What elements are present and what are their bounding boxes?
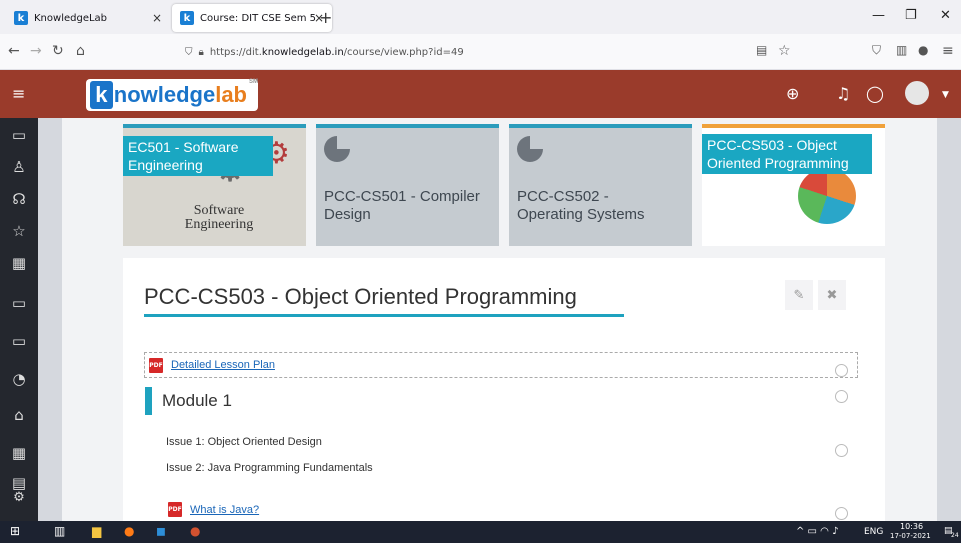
browser-tab-strip: k KnowledgeLab × k Course: DIT CSE Sem 5… [0,0,961,34]
course-pie-icon [324,136,350,162]
folder-icon[interactable]: ▭ [0,126,38,144]
issue-label: Issue 1: Object Oriented Design [166,436,322,448]
activity-what-is-java[interactable]: PDF What is Java? [168,502,259,517]
page-title: PCC-CS503 - Object Oriented Programming [144,284,577,309]
oop-diagram-image-icon [798,168,856,224]
competencies-star-icon[interactable]: ☆ [0,222,38,240]
title-underline [144,314,624,317]
badges-icon[interactable]: ☊ [0,190,38,208]
maximize-icon[interactable]: ❐ [905,8,917,23]
completion-checkbox[interactable] [835,364,848,377]
file-explorer-icon[interactable]: ▆ [92,524,101,538]
activity-link[interactable]: Detailed Lesson Plan [171,359,275,371]
forward-arrow-icon[interactable]: → [30,43,42,59]
clock-date[interactable]: 17-07-2021 [890,532,931,540]
pdf-icon: PDF [149,357,163,373]
pdf-icon: PDF [168,502,182,517]
close-x-button[interactable]: ✖ [818,280,846,310]
drawer-toggle-icon[interactable]: ≡ [12,84,25,103]
firefox-icon[interactable]: ● [124,524,134,538]
pocket-icon[interactable]: ⛉ [872,43,881,58]
dashboard-icon[interactable]: ◔ [0,370,38,388]
completion-checkbox[interactable] [835,390,848,403]
tab-knowledgelab[interactable]: k KnowledgeLab × [6,4,170,32]
software-engineering-image-text: Software Engineering [184,203,254,232]
edit-pencil-button[interactable]: ✎ [785,280,813,310]
notification-count: 24 [951,532,959,539]
site-home-icon[interactable]: ⌂ [0,406,38,424]
issue-label: Issue 2: Java Programming Fundamentals [166,462,373,474]
language-indicator[interactable]: ENG [864,527,883,537]
knowledgelab-favicon-icon: k [14,11,28,25]
calendar-icon[interactable]: ▦ [0,444,38,462]
outlook-icon[interactable]: ◼ [156,524,166,538]
completion-checkbox[interactable] [835,507,848,520]
powerpoint-icon[interactable]: ● [190,524,200,538]
user-menu-caret-icon[interactable]: ▼ [942,90,949,100]
participants-icon[interactable]: ♙ [0,158,38,176]
tab-label: Course: DIT CSE Sem 5 - 2020 - [200,12,318,24]
reader-view-icon[interactable]: ▤ [756,43,767,57]
knowledgelab-logo[interactable]: k nowledge lab SM [86,79,258,111]
course-pie-icon [517,136,543,162]
settings-gear-icon[interactable]: ⚙ [0,490,38,505]
course-card-pcc-cs501[interactable]: PCC-CS501 - Compiler Design [316,124,499,246]
home-icon[interactable]: ⌂ [76,43,85,59]
library-icon[interactable]: ▥ [896,43,907,57]
notifications-bell-icon[interactable]: ♫ [836,84,850,103]
course-card-tag[interactable]: EC501 - Software Engineering [123,136,273,176]
menu-hamburger-icon[interactable]: ≡ [942,43,954,59]
back-arrow-icon[interactable]: ← [8,43,20,59]
activity-lesson-plan[interactable]: PDF Detailed Lesson Plan [144,352,858,378]
grades-icon[interactable]: ▦ [0,254,38,272]
section-accent-bar [145,387,152,415]
tab-course[interactable]: k Course: DIT CSE Sem 5 - 2020 - × [172,4,332,32]
section-heading: Module 1 [145,387,232,415]
account-icon[interactable]: ● [918,43,928,57]
completion-checkbox[interactable] [835,444,848,457]
messages-icon[interactable]: ◯ [866,84,884,103]
activity-link[interactable]: What is Java? [190,504,259,516]
tab-label: KnowledgeLab [34,12,108,24]
reload-icon[interactable]: ↻ [52,43,64,59]
url-domain: knowledgelab.in [261,46,344,58]
course-content: PCC-CS503 - Object Oriented Programming … [123,258,885,521]
folder-icon[interactable]: ▭ [0,294,38,312]
logo-sm: SM [249,79,258,85]
task-view-icon[interactable]: ▥ [54,524,65,538]
new-tab-button[interactable]: + [319,8,332,27]
close-window-icon[interactable]: ✕ [940,8,951,23]
tray-icons[interactable]: ^ ▭ ◠ ♪ [796,526,838,537]
course-card-pcc-cs502[interactable]: PCC-CS502 - Operating Systems [509,124,692,246]
windows-taskbar: ⊞ ▥ ▆ ● ◼ ● ^ ▭ ◠ ♪ ENG 10:36 17-07-2021… [0,521,961,543]
lock-icon: 🔒︎ [198,46,204,58]
course-card-title[interactable]: PCC-CS502 - Operating Systems [517,188,677,224]
knowledgelab-favicon-icon: k [180,11,194,25]
language-globe-icon[interactable]: ⊕ [786,84,799,103]
course-card-tag[interactable]: PCC-CS503 - Object Oriented Programming [702,134,872,174]
nav-drawer: ▭ ♙ ☊ ☆ ▦ ▭ ▭ ◔ ⌂ ▦ ▤ ⚙ [0,118,38,521]
site-header: ≡ k nowledge lab SM ⊕ ♫ ◯ ▼ [0,70,961,118]
address-bar[interactable]: ⛉ 🔒︎ https://dit. knowledgelab.in/course/… [185,40,785,64]
windows-start-icon[interactable]: ⊞ [10,524,20,538]
url-path: /course/view.php?id=49 [343,46,464,58]
section-title[interactable]: Module 1 [162,391,232,411]
url-prefix: https://dit. [209,46,262,58]
clock-time[interactable]: 10:36 [900,522,923,531]
bookmark-star-icon[interactable]: ☆ [778,43,791,59]
user-avatar[interactable] [905,81,929,105]
minimize-icon[interactable]: — [872,8,885,23]
folder-icon[interactable]: ▭ [0,332,38,350]
shield-icon: ⛉ [185,46,193,58]
course-card-title[interactable]: PCC-CS501 - Compiler Design [324,188,499,224]
browser-nav-bar: ← → ↻ ⌂ ⛉ 🔒︎ https://dit. knowledgelab.in… [0,34,961,70]
close-tab-icon[interactable]: × [152,11,162,25]
